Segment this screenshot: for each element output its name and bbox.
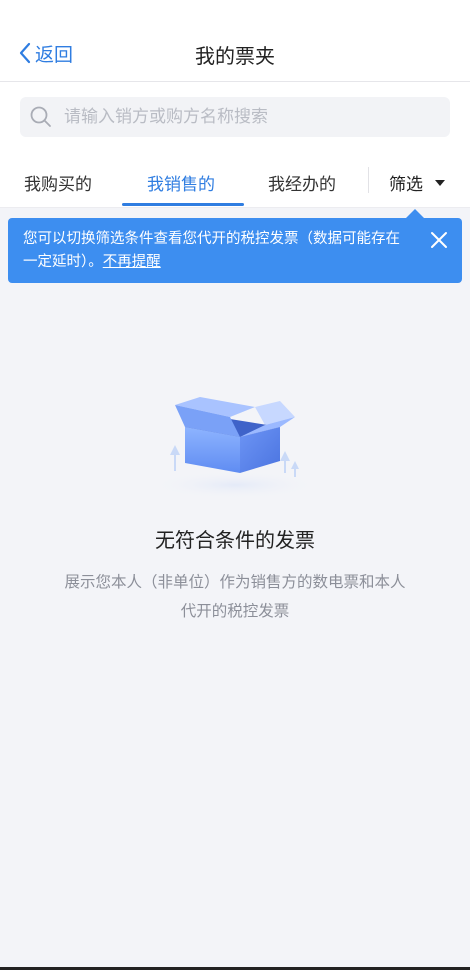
notice-pointer: [406, 209, 424, 218]
search-area: [0, 82, 470, 154]
invoice-folder-page: 返回 我的票夹 我购买的 我销售的 我经办的 筛选 您可以切换筛选条件查看您代开…: [0, 0, 470, 970]
filter-button[interactable]: 筛选: [389, 170, 445, 195]
page-title: 我的票夹: [195, 44, 275, 68]
search-icon: [30, 106, 51, 127]
tab-bar: 我购买的 我销售的 我经办的 筛选: [0, 154, 470, 208]
caret-down-icon: [435, 179, 445, 186]
active-tab-indicator: [122, 203, 244, 206]
tab-divider: [368, 167, 369, 193]
tab-purchased[interactable]: 我购买的: [24, 170, 92, 195]
tab-sold[interactable]: 我销售的: [147, 170, 215, 195]
search-input[interactable]: [64, 107, 424, 127]
empty-state-title: 无符合条件的发票: [155, 528, 315, 552]
notice-banner: 您可以切换筛选条件查看您代开的税控发票（数据可能存在一定延时）。不再提醒: [8, 218, 462, 283]
tab-handled[interactable]: 我经办的: [268, 170, 336, 195]
filter-label: 筛选: [389, 175, 423, 195]
dont-remind-link[interactable]: 不再提醒: [103, 254, 161, 270]
notice-text: 您可以切换筛选条件查看您代开的税控发票（数据可能存在一定延时）。: [23, 231, 400, 270]
empty-state-description: 展示您本人（非单位）作为销售方的数电票和本人代开的税控发票: [64, 573, 406, 620]
empty-box-illustration: [150, 397, 320, 499]
header-bar: 返回 我的票夹: [0, 0, 470, 82]
close-icon[interactable]: [430, 231, 448, 249]
search-box[interactable]: [20, 97, 450, 137]
